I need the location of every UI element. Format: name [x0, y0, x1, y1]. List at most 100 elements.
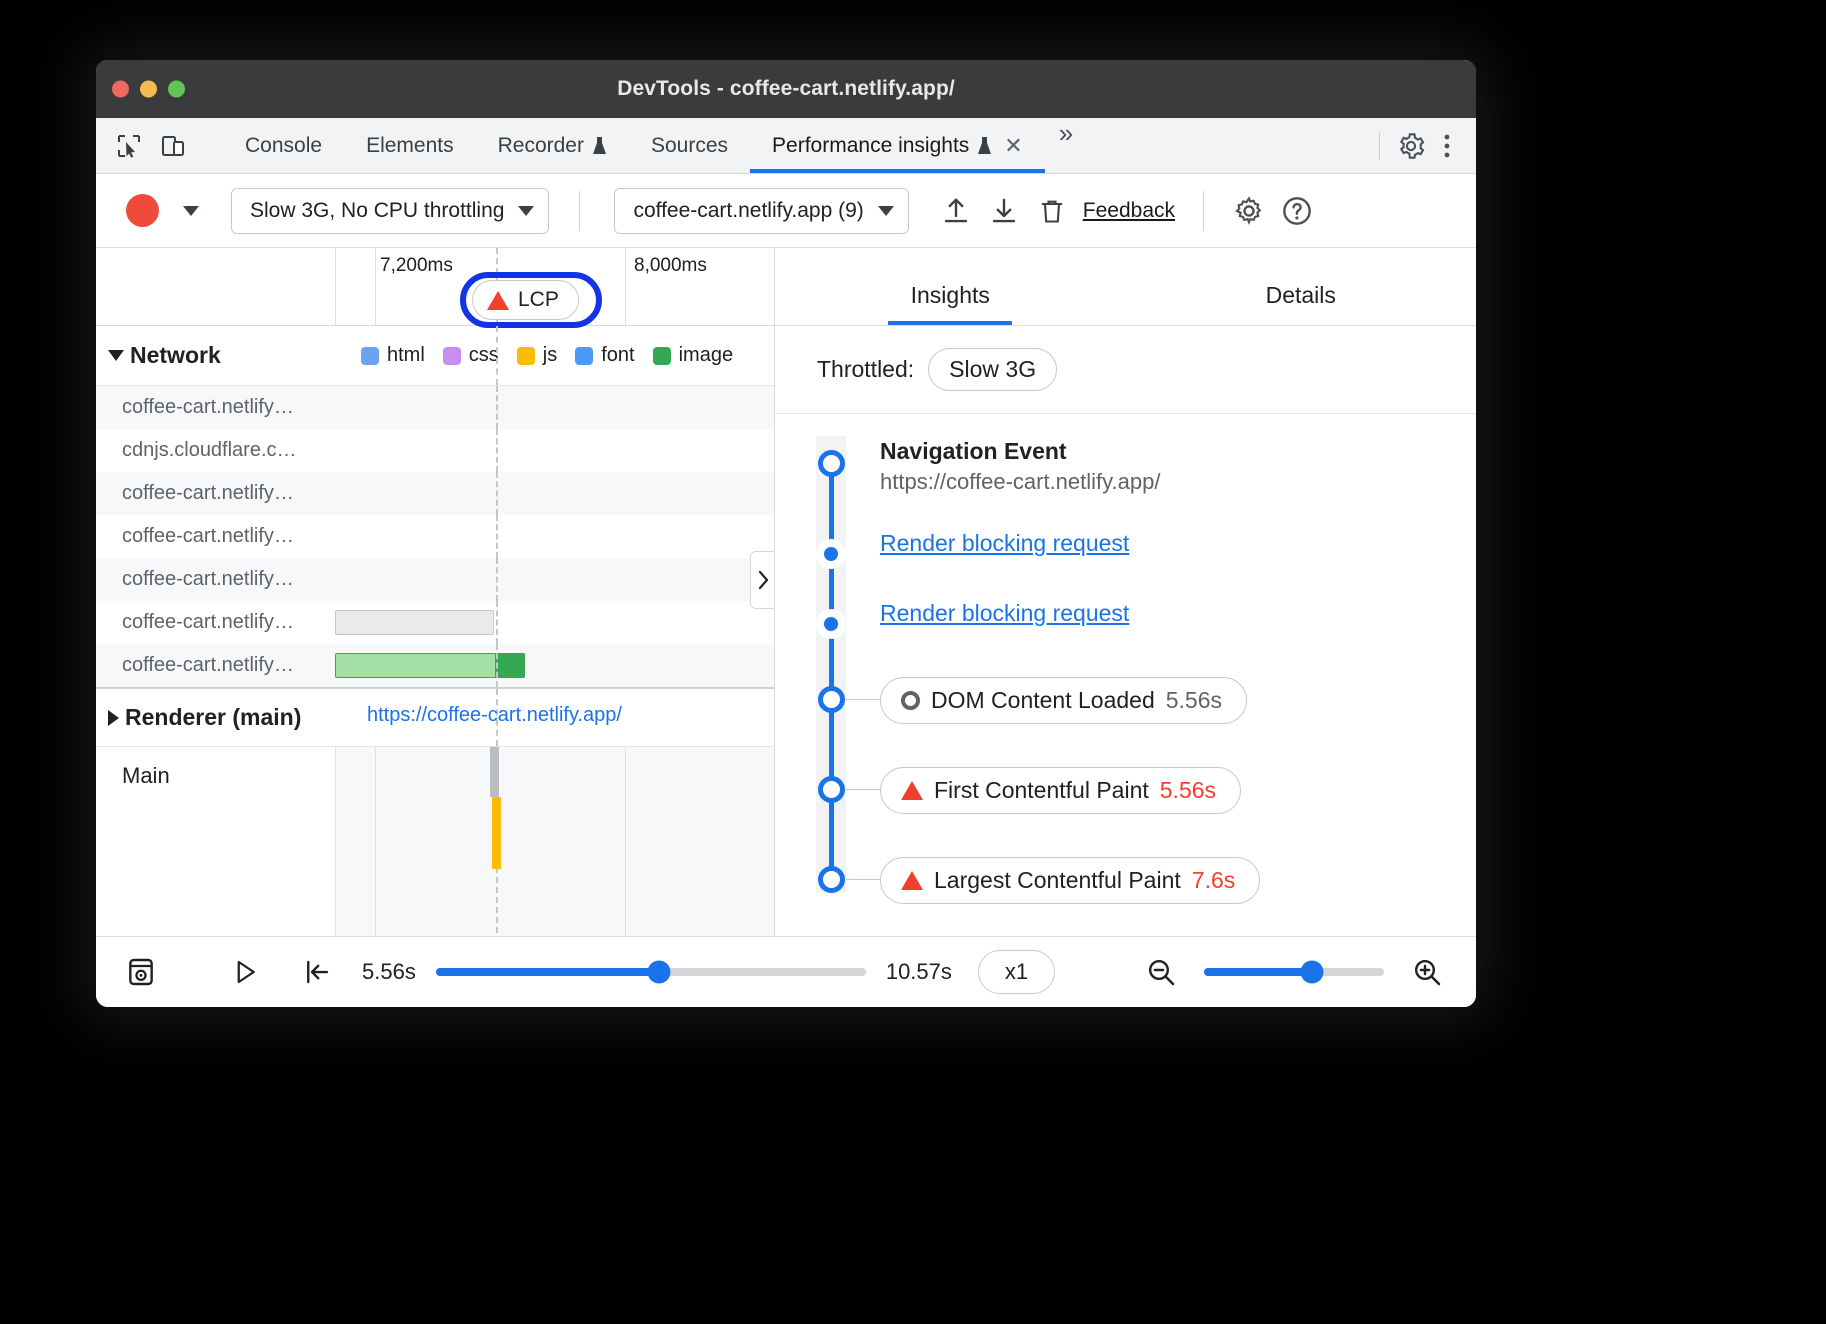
- feedback-link[interactable]: Feedback: [1083, 199, 1175, 223]
- main-task-js[interactable]: [492, 797, 501, 869]
- gear-icon[interactable]: [1396, 131, 1426, 161]
- main-track-label: Main: [96, 747, 335, 936]
- legend-label: html: [387, 344, 425, 367]
- more-tabs-icon[interactable]: »: [1045, 118, 1087, 173]
- network-label-text: Network: [130, 342, 221, 369]
- trash-icon[interactable]: [1033, 192, 1071, 230]
- request-name: cdnjs.cloudflare.c…: [96, 439, 335, 462]
- throttling-select[interactable]: Slow 3G, No CPU throttling: [231, 188, 549, 234]
- zoom-slider[interactable]: [1204, 968, 1384, 976]
- inspect-icon[interactable]: [114, 131, 144, 161]
- request-track: [335, 644, 774, 687]
- tab-insights[interactable]: Insights: [775, 282, 1126, 325]
- main-thread-row: Main: [96, 747, 774, 936]
- timeline-node-fcp[interactable]: [816, 774, 846, 804]
- main-content-split: 7,200ms 8,000ms LCP Network: [96, 248, 1476, 936]
- request-bar-tail: [495, 653, 525, 678]
- event-title: Navigation Event: [880, 438, 1160, 465]
- upload-icon[interactable]: [937, 192, 975, 230]
- record-button[interactable]: [126, 194, 159, 227]
- minimize-window-button[interactable]: [140, 81, 157, 98]
- tab-label: Console: [245, 134, 322, 158]
- zoom-in-icon[interactable]: [1404, 949, 1450, 995]
- table-row[interactable]: coffee-cart.netlify…: [96, 472, 774, 515]
- close-icon[interactable]: ✕: [1004, 133, 1022, 159]
- timeline-rail-line: [829, 462, 834, 880]
- table-row[interactable]: coffee-cart.netlify…: [96, 558, 774, 601]
- help-icon[interactable]: [1278, 192, 1316, 230]
- timeline-ruler[interactable]: 7,200ms 8,000ms LCP: [96, 248, 774, 326]
- close-window-button[interactable]: [112, 81, 129, 98]
- timeline-node-render-blocking[interactable]: [816, 609, 846, 639]
- filmstrip-icon[interactable]: [118, 949, 164, 995]
- lcp-timeline-marker[interactable]: LCP: [472, 280, 579, 320]
- event-largest-contentful-paint[interactable]: Largest Contentful Paint 7.6s: [880, 857, 1260, 904]
- window-title-bar: DevTools - coffee-cart.netlify.app/: [96, 60, 1476, 118]
- playback-speed-button[interactable]: x1: [978, 950, 1055, 994]
- tab-recorder[interactable]: Recorder: [476, 118, 629, 173]
- legend-label: image: [679, 344, 733, 367]
- device-toolbar-icon[interactable]: [158, 131, 188, 161]
- timeline-node-navigation[interactable]: [816, 448, 846, 478]
- table-row[interactable]: coffee-cart.netlify…: [96, 644, 774, 687]
- table-row[interactable]: cdnjs.cloudflare.c…: [96, 429, 774, 472]
- record-options-dropdown-icon[interactable]: [183, 206, 199, 216]
- network-group-label[interactable]: Network: [96, 342, 335, 369]
- renderer-url[interactable]: https://coffee-cart.netlify.app/: [351, 704, 622, 727]
- table-row[interactable]: coffee-cart.netlify…: [96, 515, 774, 558]
- legend-item-font: font: [575, 344, 634, 367]
- event-pill[interactable]: DOM Content Loaded 5.56s: [880, 677, 1247, 724]
- renderer-group-label[interactable]: Renderer (main): [96, 704, 335, 731]
- gear-icon[interactable]: [1230, 192, 1268, 230]
- jump-to-start-icon[interactable]: [294, 949, 340, 995]
- event-pill[interactable]: First Contentful Paint 5.56s: [880, 767, 1241, 814]
- event-first-contentful-paint[interactable]: First Contentful Paint 5.56s: [880, 767, 1241, 814]
- event-label: Largest Contentful Paint: [934, 867, 1181, 894]
- ruler-tick: 8,000ms: [634, 255, 707, 277]
- event-connector: [846, 789, 883, 790]
- timeline-node-lcp[interactable]: [816, 864, 846, 894]
- main-task-gray[interactable]: [490, 747, 499, 797]
- request-name: coffee-cart.netlify…: [96, 611, 335, 634]
- table-row[interactable]: coffee-cart.netlify…: [96, 386, 774, 429]
- tab-label: Recorder: [498, 134, 584, 158]
- timeline-node-render-blocking[interactable]: [816, 539, 846, 569]
- collapse-sidebar-handle[interactable]: [750, 551, 775, 609]
- play-icon[interactable]: [222, 949, 268, 995]
- event-navigation[interactable]: Navigation Event https://coffee-cart.net…: [880, 438, 1160, 495]
- event-dom-content-loaded[interactable]: DOM Content Loaded 5.56s: [880, 677, 1247, 724]
- recording-select[interactable]: coffee-cart.netlify.app (9): [614, 188, 908, 234]
- event-label: First Contentful Paint: [934, 777, 1149, 804]
- toolbar-divider: [579, 191, 580, 231]
- timeline-pane: 7,200ms 8,000ms LCP Network: [96, 248, 775, 936]
- traffic-lights: [112, 81, 185, 98]
- event-render-blocking-request-1[interactable]: Render blocking request: [880, 530, 1129, 557]
- range-end-time: 10.57s: [886, 959, 952, 985]
- table-row[interactable]: coffee-cart.netlify…: [96, 601, 774, 644]
- throttled-row: Throttled: Slow 3G: [775, 326, 1476, 414]
- toolbar-divider: [1203, 191, 1204, 231]
- tab-details[interactable]: Details: [1126, 282, 1477, 325]
- zoom-out-icon[interactable]: [1138, 949, 1184, 995]
- throttled-label: Throttled:: [817, 356, 914, 383]
- legend-swatch: [517, 347, 535, 365]
- tab-elements[interactable]: Elements: [344, 118, 476, 173]
- maximize-window-button[interactable]: [168, 81, 185, 98]
- request-bar[interactable]: [335, 610, 494, 635]
- download-icon[interactable]: [985, 192, 1023, 230]
- network-group-header[interactable]: Network html css js: [96, 326, 774, 386]
- playback-toolbar: 5.56s 10.57s x1: [96, 936, 1476, 1007]
- kebab-menu-icon[interactable]: [1432, 131, 1462, 161]
- main-thread-track[interactable]: [335, 747, 774, 936]
- timeline-node-dcl[interactable]: [816, 684, 846, 714]
- request-track: [335, 515, 774, 558]
- tab-performance-insights[interactable]: Performance insights ✕: [750, 118, 1045, 173]
- renderer-group-header[interactable]: Renderer (main) https://coffee-cart.netl…: [96, 689, 774, 747]
- insights-event-timeline: Navigation Event https://coffee-cart.net…: [775, 414, 1476, 444]
- tab-sources[interactable]: Sources: [629, 118, 750, 173]
- event-pill[interactable]: Largest Contentful Paint 7.6s: [880, 857, 1260, 904]
- tab-console[interactable]: Console: [223, 118, 344, 173]
- event-render-blocking-request-2[interactable]: Render blocking request: [880, 600, 1129, 627]
- time-range-slider[interactable]: [436, 968, 866, 976]
- legend-item-css: css: [443, 344, 499, 367]
